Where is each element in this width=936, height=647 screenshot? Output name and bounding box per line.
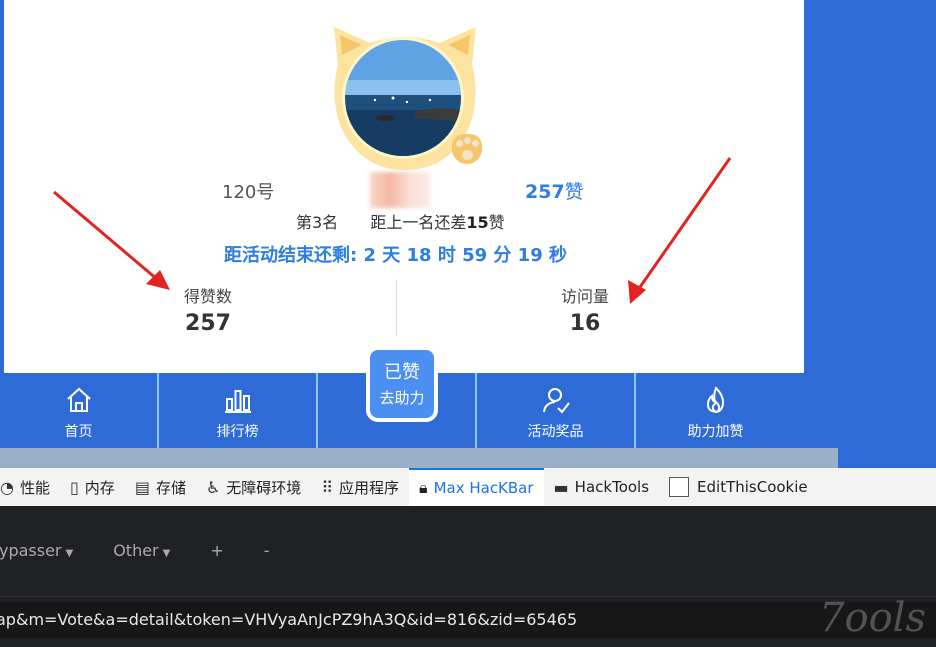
hackbar-divider bbox=[0, 596, 936, 597]
tab-hacktools-label: HackTools bbox=[574, 478, 650, 496]
rank-line: 第3名 距上一名还差15赞 bbox=[296, 209, 505, 233]
memory-icon: ▯ bbox=[69, 477, 79, 497]
tab-hacktools[interactable]: ▬ HackTools bbox=[544, 468, 659, 506]
devtools-tab-bar: ◔ 性能 ▯ 内存 ▤ 存储 ♿ 无障碍环境 ⠿ 应用程序 🔒︎ Max Hac… bbox=[0, 468, 936, 507]
stat-visits: 访问量 16 bbox=[545, 283, 625, 336]
hat-icon: ▬ bbox=[553, 477, 569, 497]
remove-button[interactable]: - bbox=[264, 541, 270, 560]
apps-grid-icon: ⠿ bbox=[321, 477, 334, 497]
menu-other[interactable]: Other ▼ bbox=[113, 541, 170, 560]
chevron-down-icon: ▼ bbox=[65, 547, 74, 559]
flame-icon bbox=[706, 386, 724, 414]
avatar[interactable] bbox=[330, 25, 482, 170]
rank-text: 第3名 bbox=[296, 213, 339, 232]
chevron-down-icon: ▼ bbox=[162, 547, 171, 559]
hackbar-panel: Bypasser▼ Other▼ + - ap&m=Vote&a=detail&… bbox=[0, 506, 936, 647]
nav-boost[interactable]: 助力加赞 bbox=[636, 373, 795, 448]
stat-likes-value: 257 bbox=[185, 311, 231, 336]
countdown-timer: 距活动结束还剩: 2 天 18 时 59 分 19 秒 bbox=[224, 245, 568, 266]
stat-visits-value: 16 bbox=[569, 311, 601, 336]
likes-count: 257赞 bbox=[525, 177, 584, 204]
vote-button-status: 已赞 bbox=[384, 362, 420, 383]
stat-likes: 得赞数 257 bbox=[168, 283, 248, 336]
url-text: ap&m=Vote&a=detail&token=VHVyaAnJcPZ9hA3… bbox=[0, 610, 578, 629]
tab-storage-label: 存储 bbox=[155, 478, 186, 497]
contestant-name-redacted bbox=[370, 172, 430, 208]
user-check-icon bbox=[542, 388, 570, 414]
stat-visits-label: 访问量 bbox=[560, 287, 609, 306]
watermark-logo: 7ools bbox=[819, 595, 926, 641]
tab-editthiscookie-label: EditThisCookie bbox=[697, 478, 808, 496]
url-input[interactable]: ap&m=Vote&a=detail&token=VHVyaAnJcPZ9hA3… bbox=[0, 602, 936, 638]
tab-performance-label: 性能 bbox=[19, 478, 50, 497]
gap-prefix: 距上一名还差 bbox=[370, 213, 467, 232]
lock-icon: 🔒︎ bbox=[419, 478, 428, 497]
nav-home-label: 首页 bbox=[64, 424, 93, 440]
hackbar-toolbar: Bypasser▼ Other▼ + - bbox=[0, 520, 310, 580]
nav-prizes[interactable]: 活动奖品 bbox=[477, 373, 636, 448]
stats-divider bbox=[396, 280, 397, 336]
tab-application-label: 应用程序 bbox=[339, 478, 400, 497]
page-bottom-corner bbox=[838, 448, 936, 468]
nav-ranking[interactable]: 排行榜 bbox=[159, 373, 318, 448]
tab-performance[interactable]: ◔ 性能 bbox=[0, 468, 60, 506]
gap-value: 15 bbox=[466, 213, 489, 232]
nav-boost-label: 助力加赞 bbox=[687, 424, 744, 440]
vote-button[interactable]: 已赞 去助力 bbox=[366, 346, 438, 422]
gap-unit: 赞 bbox=[488, 213, 505, 232]
bar-chart-icon bbox=[224, 390, 251, 413]
vote-button-label: 去助力 bbox=[379, 389, 425, 407]
performance-icon: ◔ bbox=[0, 477, 14, 497]
tab-accessibility[interactable]: ♿ 无障碍环境 bbox=[196, 468, 311, 506]
home-icon bbox=[66, 387, 91, 412]
tab-accessibility-label: 无障碍环境 bbox=[226, 478, 302, 497]
page-bottom-band bbox=[0, 448, 838, 468]
tab-max-hackbar[interactable]: 🔒︎ Max HacKBar bbox=[409, 468, 544, 506]
checkbox-icon bbox=[669, 477, 690, 497]
menu-other-label: Other bbox=[113, 540, 159, 560]
nav-prizes-label: 活动奖品 bbox=[527, 424, 584, 440]
tab-memory[interactable]: ▯ 内存 bbox=[60, 468, 125, 506]
accessibility-icon: ♿ bbox=[205, 477, 221, 497]
paw-icon bbox=[452, 134, 482, 164]
tab-editthiscookie[interactable]: EditThisCookie bbox=[659, 468, 818, 506]
nav-home[interactable]: 首页 bbox=[0, 373, 159, 448]
menu-bypasser-label: Bypasser bbox=[0, 540, 62, 560]
tab-application[interactable]: ⠿ 应用程序 bbox=[311, 468, 409, 506]
tab-max-hackbar-label: Max HacKBar bbox=[433, 479, 534, 497]
tab-memory-label: 内存 bbox=[84, 478, 115, 497]
storage-icon: ▤ bbox=[134, 477, 150, 497]
nav-ranking-label: 排行榜 bbox=[216, 424, 259, 440]
likes-count-value: 257 bbox=[525, 181, 565, 203]
add-button[interactable]: + bbox=[210, 541, 223, 560]
menu-bypasser[interactable]: Bypasser▼ bbox=[0, 541, 73, 560]
contestant-number: 120号 bbox=[222, 182, 275, 203]
stat-likes-label: 得赞数 bbox=[183, 287, 232, 306]
likes-count-unit: 赞 bbox=[564, 181, 584, 203]
avatar-photo bbox=[342, 37, 464, 159]
tab-storage[interactable]: ▤ 存储 bbox=[125, 468, 196, 506]
